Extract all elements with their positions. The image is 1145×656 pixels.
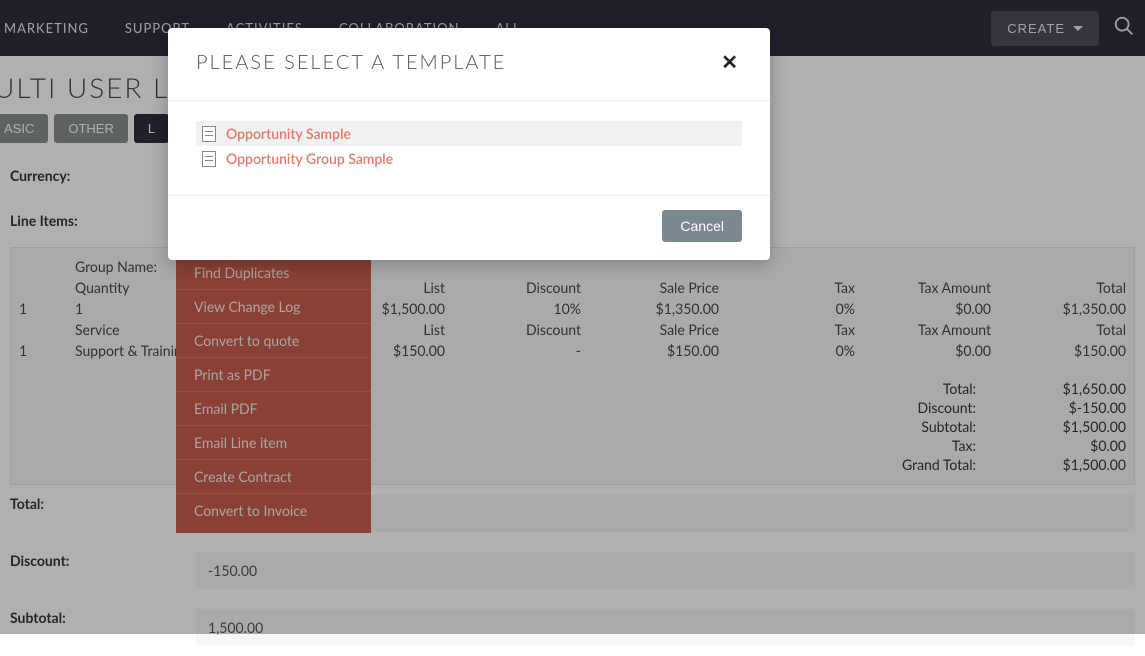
template-link[interactable]: Opportunity Sample bbox=[226, 125, 351, 142]
template-option[interactable]: Opportunity Sample bbox=[196, 121, 742, 146]
template-select-modal: PLEASE SELECT A TEMPLATE ✕ Opportunity S… bbox=[168, 28, 770, 260]
modal-title: PLEASE SELECT A TEMPLATE bbox=[196, 50, 506, 74]
cancel-button[interactable]: Cancel bbox=[662, 210, 742, 242]
document-icon bbox=[202, 151, 216, 167]
document-icon bbox=[202, 126, 216, 142]
close-icon[interactable]: ✕ bbox=[717, 50, 742, 74]
template-link[interactable]: Opportunity Group Sample bbox=[226, 150, 393, 167]
template-option[interactable]: Opportunity Group Sample bbox=[196, 146, 742, 171]
